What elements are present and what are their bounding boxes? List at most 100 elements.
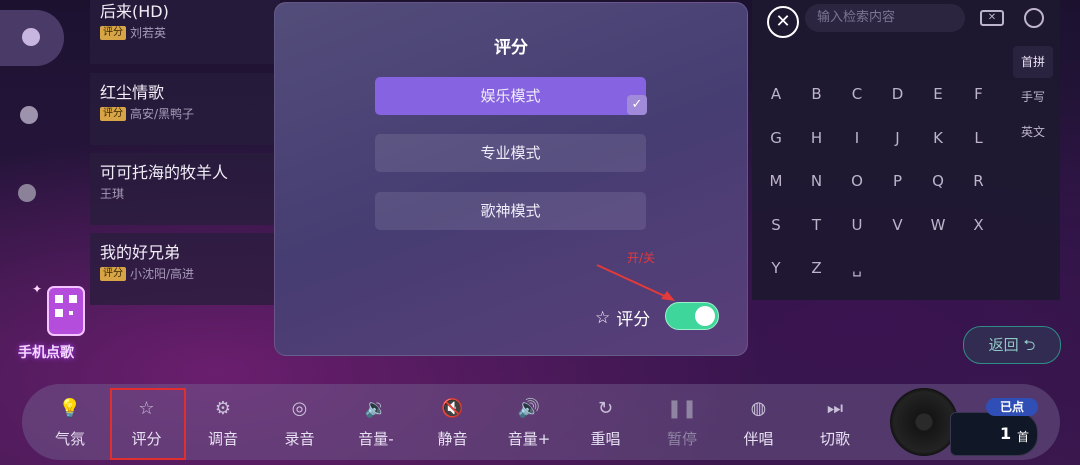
- disc-icon[interactable]: [20, 106, 38, 124]
- key[interactable]: T: [805, 213, 829, 237]
- search-input[interactable]: 输入检索内容: [805, 4, 965, 32]
- queue-label: 已点: [986, 398, 1038, 416]
- input-mode-tab[interactable]: 首拼: [1013, 46, 1053, 78]
- toggle-knob: [695, 306, 715, 326]
- option-entertainment-mode[interactable]: 娱乐模式: [375, 77, 646, 115]
- search-panel: [752, 0, 1060, 300]
- mute-icon: 🔇: [441, 397, 464, 419]
- control-label: 音量+: [507, 430, 551, 448]
- control-label: 调音: [207, 430, 238, 448]
- key[interactable]: S: [764, 213, 788, 237]
- scoring-modal: 评分 娱乐模式 ✓ 专业模式 歌神模式 开/关 ☆ 评分: [274, 2, 748, 356]
- song-meta: 评分 高安/黑鸭子: [100, 105, 194, 122]
- song-list-item[interactable]: 可可托海的牧羊人 王琪: [90, 153, 280, 225]
- key[interactable]: Y: [764, 256, 788, 280]
- control-button[interactable]: ↻ 重唱: [574, 392, 638, 458]
- key[interactable]: D: [886, 82, 910, 106]
- song-artist: 高安/黑鸭子: [130, 107, 195, 121]
- song-meta: 评分 刘若英: [100, 24, 166, 41]
- equalizer-icon: ⚙: [214, 397, 232, 419]
- song-artist: 小沈阳/高进: [130, 267, 195, 281]
- key[interactable]: I: [845, 126, 869, 150]
- backspace-icon[interactable]: ✕: [980, 10, 1004, 26]
- song-title: 红尘情歌: [100, 83, 165, 102]
- checkmark-icon: ✓: [627, 95, 647, 115]
- qr-label: 手机点歌: [18, 345, 74, 361]
- key[interactable]: ␣: [845, 256, 869, 280]
- modal-title: 评分: [494, 38, 528, 58]
- key[interactable]: Q: [926, 169, 950, 193]
- score-badge: 评分: [100, 106, 126, 121]
- key[interactable]: L: [967, 126, 991, 150]
- chat-icon[interactable]: [18, 184, 36, 202]
- key[interactable]: O: [845, 169, 869, 193]
- next-song-icon: ⏭: [826, 397, 844, 419]
- control-label: 重唱: [590, 430, 621, 448]
- pause-icon: ❚❚: [666, 397, 698, 419]
- key[interactable]: Z: [805, 256, 829, 280]
- score-badge: 评分: [100, 266, 126, 281]
- song-artist: 刘若英: [130, 26, 167, 40]
- option-professional-mode[interactable]: 专业模式: [375, 134, 646, 172]
- control-label: 切歌: [819, 430, 850, 448]
- highlight-box: [110, 388, 186, 460]
- nav-active-pill[interactable]: [0, 10, 64, 66]
- key[interactable]: A: [764, 82, 788, 106]
- control-button[interactable]: 🔊 音量+: [497, 392, 561, 458]
- control-button[interactable]: ⏭ 切歌: [803, 392, 867, 458]
- control-button[interactable]: 💡 气氛: [38, 392, 102, 458]
- song-meta: 王琪: [100, 185, 124, 202]
- control-button[interactable]: ⚙ 调音: [191, 392, 255, 458]
- key[interactable]: V: [886, 213, 910, 237]
- input-mode-tab[interactable]: 手写: [1013, 81, 1053, 113]
- key[interactable]: J: [886, 126, 910, 150]
- key[interactable]: W: [926, 213, 950, 237]
- control-label: 暂停: [666, 430, 697, 448]
- control-button[interactable]: ◍ 伴唱: [727, 392, 791, 458]
- control-label: 录音: [284, 430, 315, 448]
- key[interactable]: C: [845, 82, 869, 106]
- scoring-toggle[interactable]: [665, 302, 719, 330]
- score-badge: 评分: [100, 25, 126, 40]
- key[interactable]: R: [967, 169, 991, 193]
- accompaniment-icon: ◍: [750, 397, 767, 419]
- song-list-item[interactable]: 我的好兄弟评分 小沈阳/高进: [90, 233, 280, 305]
- key[interactable]: M: [764, 169, 788, 193]
- song-title: 后来(HD): [100, 2, 169, 21]
- control-button[interactable]: ◎ 录音: [268, 392, 332, 458]
- key[interactable]: G: [764, 126, 788, 150]
- replay-icon: ↻: [597, 397, 614, 419]
- control-button[interactable]: ❚❚ 暂停: [650, 392, 714, 458]
- song-list-item[interactable]: 后来(HD) 评分 刘若英: [90, 0, 280, 64]
- key[interactable]: E: [926, 82, 950, 106]
- control-button[interactable]: 🔇 静音: [421, 392, 485, 458]
- svg-text:✦: ✦: [32, 285, 42, 296]
- scoring-toggle-label: ☆ 评分: [595, 307, 651, 331]
- key[interactable]: K: [926, 126, 950, 150]
- volume-up-icon: 🔊: [517, 397, 541, 419]
- song-title: 我的好兄弟: [100, 243, 181, 262]
- key[interactable]: B: [805, 82, 829, 106]
- search-icon[interactable]: [1024, 8, 1044, 28]
- back-button[interactable]: 返回 ⮌: [963, 326, 1061, 364]
- vinyl-disc-icon[interactable]: [890, 388, 958, 456]
- key[interactable]: F: [967, 82, 991, 106]
- volume-down-icon: 🔉: [364, 397, 388, 419]
- song-list-item[interactable]: 红尘情歌评分 高安/黑鸭子: [90, 73, 280, 145]
- option-master-mode[interactable]: 歌神模式: [375, 192, 646, 230]
- control-button[interactable]: 🔉 音量-: [344, 392, 408, 458]
- record-icon: ◎: [291, 397, 308, 419]
- song-meta: 评分 小沈阳/高进: [100, 265, 194, 282]
- control-label: 气氛: [54, 430, 85, 448]
- input-mode-tab[interactable]: 英文: [1013, 116, 1053, 148]
- queue-count: 1: [1000, 424, 1012, 443]
- star-icon: ☆: [595, 307, 611, 328]
- home-icon: [22, 28, 40, 46]
- song-title: 可可托海的牧羊人: [100, 163, 229, 182]
- key[interactable]: P: [886, 169, 910, 193]
- close-icon[interactable]: ✕: [767, 6, 799, 38]
- key[interactable]: U: [845, 213, 869, 237]
- key[interactable]: N: [805, 169, 829, 193]
- key[interactable]: X: [967, 213, 991, 237]
- key[interactable]: H: [805, 126, 829, 150]
